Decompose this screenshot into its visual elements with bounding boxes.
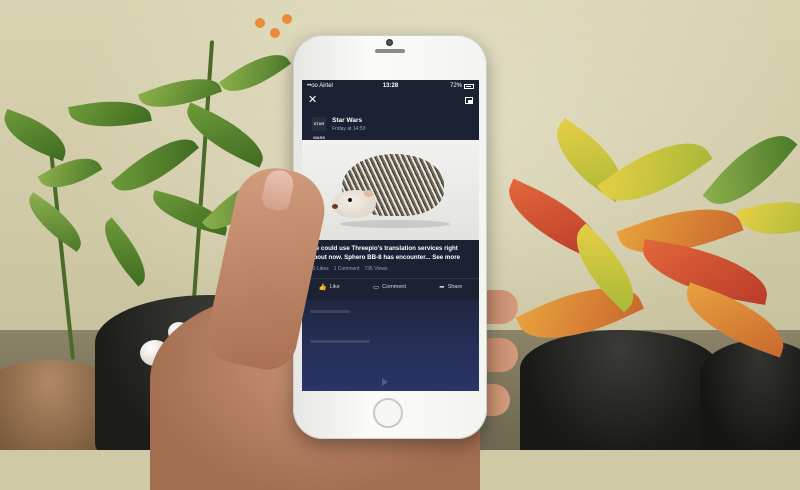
- earpiece-speaker: [375, 49, 405, 53]
- front-camera: [386, 39, 393, 46]
- battery-status: 72%: [450, 83, 474, 89]
- page-name[interactable]: Star Wars: [332, 117, 362, 124]
- home-button[interactable]: [373, 398, 403, 428]
- post-timestamp: Friday at 14:50: [332, 126, 366, 132]
- blurred-text: [310, 310, 350, 313]
- comment-icon: ▭: [373, 284, 380, 291]
- hedgehog-shadow: [340, 220, 450, 228]
- black-pot: [520, 330, 720, 450]
- hedgehog-ear: [364, 190, 373, 197]
- comment-button[interactable]: ▭ Comment: [373, 283, 406, 291]
- status-bar: ••oo Airtel 13:28 72%: [302, 80, 479, 92]
- comments-count[interactable]: 1 Comment: [334, 266, 360, 272]
- like-label: Like: [329, 284, 340, 290]
- views-count: 736 Views: [364, 266, 388, 272]
- share-label: Share: [447, 284, 463, 290]
- next-post-blurred[interactable]: [302, 300, 479, 391]
- thumbs-up-icon: 👍: [318, 284, 327, 291]
- post-actions: 👍 Like ▭ Comment ➦ Share: [302, 278, 479, 295]
- blurred-text: [310, 340, 370, 343]
- share-icon: ➦: [439, 284, 445, 291]
- battery-icon: [464, 83, 474, 89]
- close-icon[interactable]: ✕: [308, 95, 317, 106]
- comment-label: Comment: [382, 284, 407, 290]
- page-avatar[interactable]: STAR WARS: [312, 117, 326, 140]
- phone-screen: ••oo Airtel 13:28 72% ✕ STAR WARS Star W…: [302, 80, 479, 391]
- hedgehog-eye: [348, 198, 352, 202]
- share-button[interactable]: ➦ Share: [439, 283, 462, 291]
- play-icon: [382, 378, 388, 386]
- post-caption: We could use Threepio's translation serv…: [310, 245, 473, 262]
- like-button[interactable]: 👍 Like: [319, 283, 340, 291]
- post-stats: 43 Likes 1 Comment 736 Views: [310, 266, 387, 272]
- battery-percent: 72%: [449, 83, 462, 89]
- black-pot: [700, 340, 800, 450]
- see-more-link[interactable]: See more: [432, 254, 460, 261]
- flower: [282, 14, 292, 24]
- flower: [270, 28, 280, 38]
- hedgehog-nose: [332, 204, 338, 209]
- flower: [255, 18, 265, 28]
- smartphone: ••oo Airtel 13:28 72% ✕ STAR WARS Star W…: [293, 35, 487, 439]
- picture-in-picture-icon[interactable]: [465, 97, 473, 104]
- post-media[interactable]: [302, 140, 479, 240]
